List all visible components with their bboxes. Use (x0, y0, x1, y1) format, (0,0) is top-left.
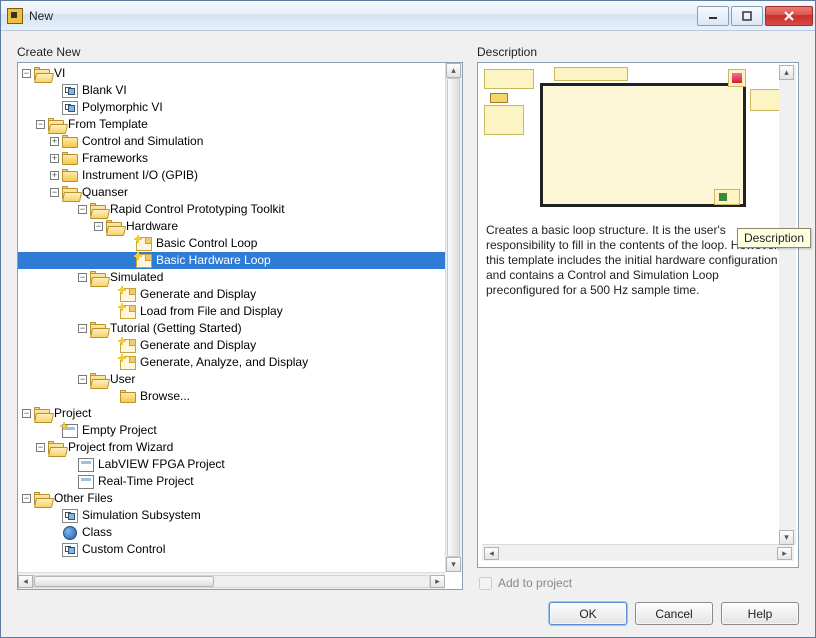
folder-open-icon (48, 441, 64, 454)
tree-node-instr-io[interactable]: +Instrument I/O (GPIB) (18, 167, 462, 184)
dialog-content: Create New −VI Blank VI Polymorphic VI −… (1, 31, 815, 637)
tree-container: −VI Blank VI Polymorphic VI −From Templa… (17, 62, 463, 590)
tree-node-gen-analyze[interactable]: Generate, Analyze, and Display (18, 354, 462, 371)
description-vertical-scrollbar[interactable]: ▴ ▾ (779, 65, 796, 545)
template-icon (120, 288, 136, 302)
window-title: New (29, 9, 53, 23)
add-to-project-checkbox (479, 577, 492, 590)
tree-node-browse[interactable]: Browse... (18, 388, 462, 405)
tree-node-basic-hardware-loop[interactable]: Basic Hardware Loop (18, 252, 462, 269)
tree-node-vi[interactable]: −VI (18, 65, 462, 82)
vi-icon (62, 509, 78, 523)
ok-button[interactable]: OK (549, 602, 627, 625)
tree-node-proj-wizard[interactable]: −Project from Wizard (18, 439, 462, 456)
vi-icon (62, 101, 78, 115)
create-tree[interactable]: −VI Blank VI Polymorphic VI −From Templa… (18, 63, 462, 560)
template-icon (120, 339, 136, 353)
tree-node-fpga-proj[interactable]: LabVIEW FPGA Project (18, 456, 462, 473)
class-icon (63, 526, 77, 540)
template-icon (136, 254, 152, 268)
template-icon (120, 305, 136, 319)
tree-node-gen-display2[interactable]: Generate and Display (18, 337, 462, 354)
tree-node-class[interactable]: Class (18, 524, 462, 541)
tree-node-other-files[interactable]: −Other Files (18, 490, 462, 507)
tree-node-simulated[interactable]: −Simulated (18, 269, 462, 286)
description-tooltip: Description (737, 228, 811, 248)
tree-node-load-display[interactable]: Load from File and Display (18, 303, 462, 320)
tree-node-project[interactable]: −Project (18, 405, 462, 422)
scroll-left-icon[interactable]: ◂ (18, 575, 33, 588)
template-preview (484, 67, 780, 213)
titlebar[interactable]: New (1, 1, 815, 31)
scroll-up-icon[interactable]: ▴ (446, 63, 461, 78)
tree-node-basic-control-loop[interactable]: Basic Control Loop (18, 235, 462, 252)
tree-node-hardware[interactable]: −Hardware (18, 218, 462, 235)
folder-icon (120, 390, 136, 403)
close-button[interactable] (765, 6, 813, 26)
tree-node-gen-display[interactable]: Generate and Display (18, 286, 462, 303)
description-box: Creates a basic loop structure. It is th… (477, 62, 799, 568)
tree-node-tutorial[interactable]: −Tutorial (Getting Started) (18, 320, 462, 337)
folder-open-icon (90, 203, 106, 216)
tree-node-polymorphic-vi[interactable]: Polymorphic VI (18, 99, 462, 116)
scroll-down-icon[interactable]: ▾ (446, 557, 461, 572)
folder-open-icon (90, 271, 106, 284)
project-icon (62, 424, 78, 438)
folder-icon (62, 135, 78, 148)
description-heading: Description (477, 45, 799, 59)
dialog-window: New Create New −VI Blank VI (0, 0, 816, 638)
template-icon (136, 237, 152, 251)
scroll-down-icon[interactable]: ▾ (779, 530, 794, 545)
cancel-button[interactable]: Cancel (635, 602, 713, 625)
tree-horizontal-scrollbar[interactable]: ◂ ▸ (18, 572, 445, 589)
vi-icon (62, 543, 78, 557)
folder-icon (62, 152, 78, 165)
project-icon (78, 475, 94, 489)
tree-node-quanser[interactable]: −Quanser (18, 184, 462, 201)
minimize-button[interactable] (697, 6, 729, 26)
tree-node-from-template[interactable]: −From Template (18, 116, 462, 133)
vi-icon (62, 84, 78, 98)
template-icon (120, 356, 136, 370)
tree-node-empty-project[interactable]: Empty Project (18, 422, 462, 439)
folder-open-icon (90, 373, 106, 386)
tree-node-custom-control[interactable]: Custom Control (18, 541, 462, 558)
create-new-heading: Create New (17, 45, 463, 59)
scroll-right-icon[interactable]: ▸ (430, 575, 445, 588)
folder-open-icon (106, 220, 122, 233)
folder-open-icon (90, 322, 106, 335)
maximize-button[interactable] (731, 6, 763, 26)
folder-open-icon (62, 186, 78, 199)
app-icon (7, 8, 23, 24)
tree-vertical-scrollbar[interactable]: ▴ ▾ (445, 63, 462, 572)
project-icon (78, 458, 94, 472)
scroll-up-icon[interactable]: ▴ (779, 65, 794, 80)
description-horizontal-scrollbar[interactable]: ◂ ▸ (482, 544, 794, 561)
folder-icon (62, 169, 78, 182)
tree-node-rcpt[interactable]: −Rapid Control Prototyping Toolkit (18, 201, 462, 218)
folder-open-icon (34, 407, 50, 420)
tree-node-control-sim[interactable]: +Control and Simulation (18, 133, 462, 150)
tree-node-blank-vi[interactable]: Blank VI (18, 82, 462, 99)
folder-open-icon (48, 118, 64, 131)
tree-node-user[interactable]: −User (18, 371, 462, 388)
add-to-project-label: Add to project (498, 576, 572, 590)
help-button[interactable]: Help (721, 602, 799, 625)
tree-node-frameworks[interactable]: +Frameworks (18, 150, 462, 167)
scroll-right-icon[interactable]: ▸ (777, 547, 792, 560)
tree-node-sim-subsys[interactable]: Simulation Subsystem (18, 507, 462, 524)
scroll-left-icon[interactable]: ◂ (484, 547, 499, 560)
folder-open-icon (34, 492, 50, 505)
folder-open-icon (34, 67, 50, 80)
tree-node-rt-proj[interactable]: Real-Time Project (18, 473, 462, 490)
